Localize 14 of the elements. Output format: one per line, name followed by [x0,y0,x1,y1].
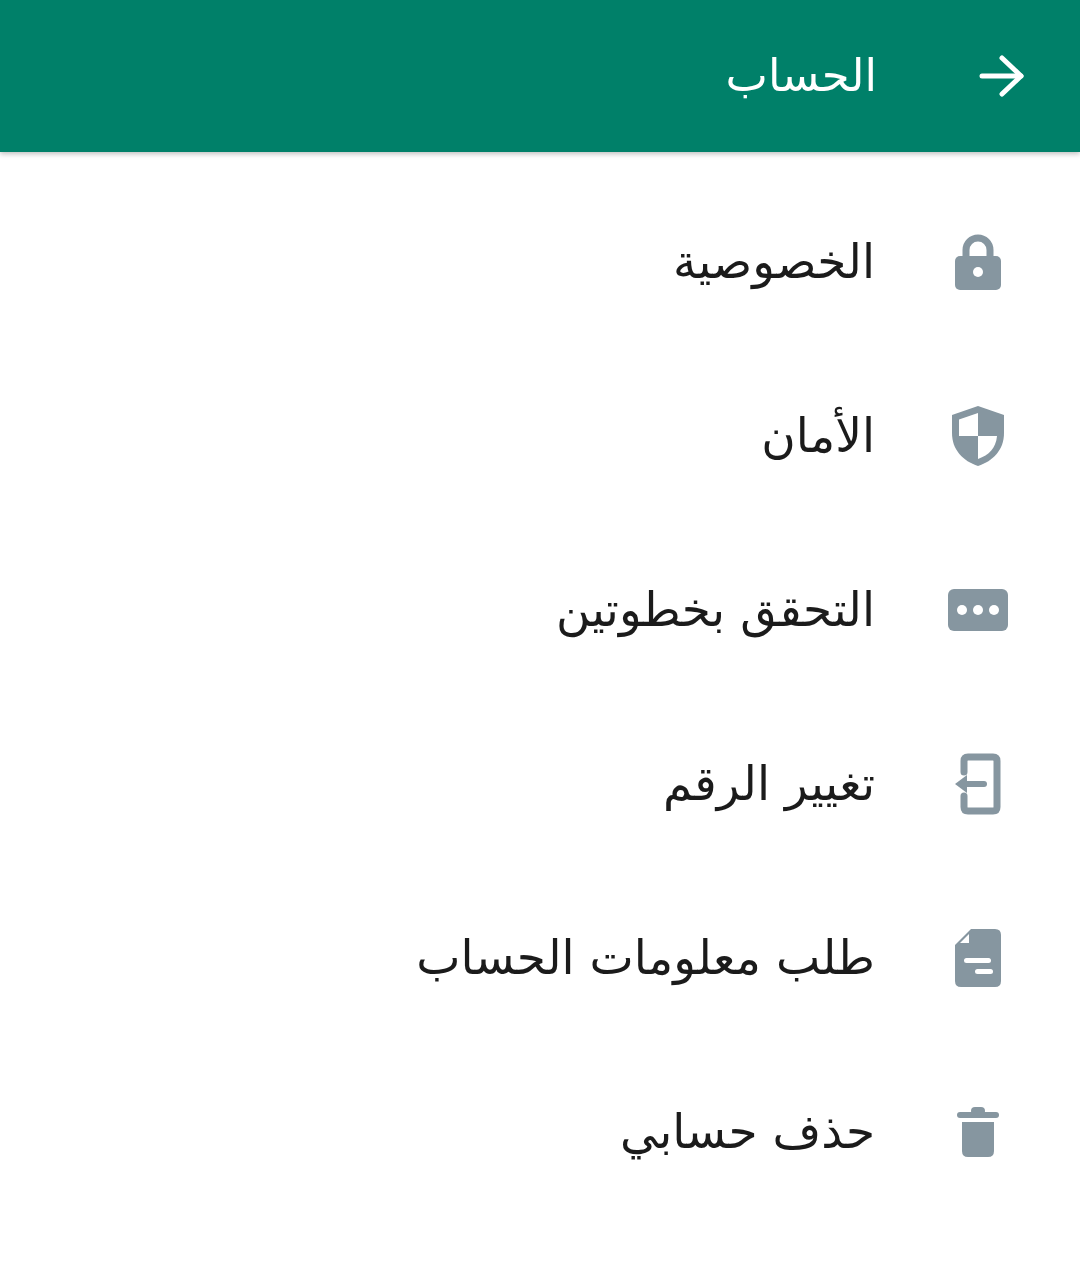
menu-item[interactable]: طلب معلومات الحساب [0,871,1080,1045]
phone-arrow-icon [955,753,1001,815]
lock-icon [955,234,1001,290]
menu-item[interactable]: تغيير الرقم [0,697,1080,871]
menu-item[interactable]: الأمان [0,349,1080,523]
shield-icon [952,406,1004,466]
password-dots-icon [948,589,1008,631]
menu-item[interactable]: التحقق بخطوتين [0,523,1080,697]
document-icon [955,929,1001,987]
menu-item[interactable]: حذف حسابي [0,1045,1080,1219]
back-button[interactable] [979,55,1025,97]
menu-item[interactable]: الخصوصية [0,175,1080,349]
screen-title: الحساب [725,47,877,104]
trash-icon [957,1107,999,1157]
